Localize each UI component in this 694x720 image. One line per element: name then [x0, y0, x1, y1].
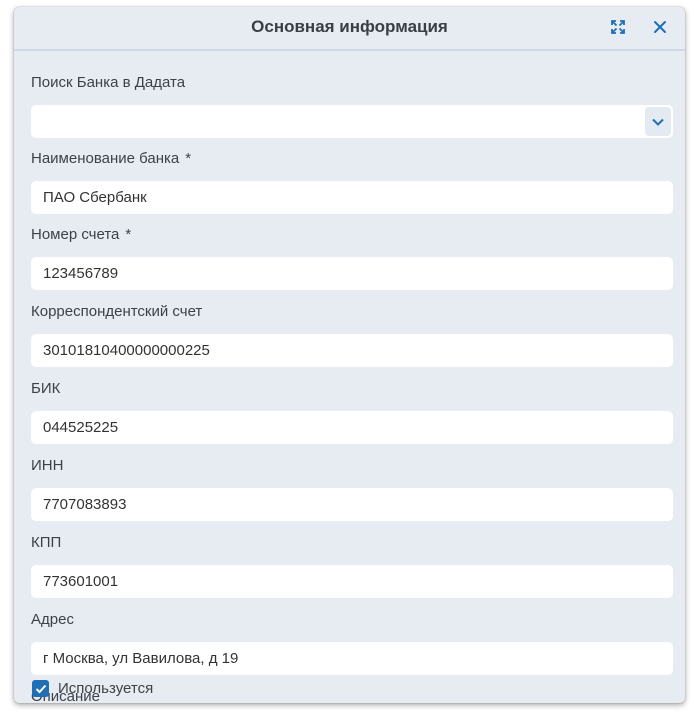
required-mark: *: [185, 150, 192, 167]
address-label: Адрес: [31, 611, 74, 628]
corr-account-label: Корреспондентский счет: [31, 303, 203, 320]
bank-name-input[interactable]: ПАО Сбербанк: [31, 181, 673, 214]
kpp-label: КПП: [31, 534, 62, 551]
dialog-title: Основная информация: [251, 17, 448, 36]
bik-field: БИК 044525225: [31, 379, 673, 444]
account-number-input[interactable]: 123456789: [31, 257, 673, 290]
required-mark: *: [125, 226, 132, 243]
chevron-down-icon: [652, 118, 664, 126]
inn-field: ИНН 7707083893: [31, 456, 673, 521]
bank-search-label: Поиск Банка в Дадата: [31, 74, 186, 91]
account-number-label: Номер счета: [31, 226, 120, 243]
bank-search-dropdown-button[interactable]: [645, 107, 671, 136]
inn-label: ИНН: [31, 457, 64, 474]
check-icon: [35, 684, 46, 693]
account-number-field: Номер счета * 123456789: [31, 225, 673, 290]
dialog-header: Основная информация: [14, 7, 685, 51]
inn-input[interactable]: 7707083893: [31, 488, 673, 521]
bank-info-dialog: Основная информация Поиск Банка в Дадата: [14, 7, 685, 703]
address-input[interactable]: г Москва, ул Вавилова, д 19: [31, 642, 673, 675]
in-use-checkbox-row[interactable]: Используется: [32, 680, 153, 697]
close-icon: [654, 21, 666, 33]
bank-search-select[interactable]: [31, 105, 673, 138]
kpp-input[interactable]: 773601001: [31, 565, 673, 598]
bank-name-field: Наименование банка * ПАО Сбербанк: [31, 149, 673, 214]
expand-button[interactable]: [608, 17, 628, 37]
bank-name-label: Наименование банка: [31, 150, 180, 167]
corr-account-field: Корреспондентский счет 30101810400000000…: [31, 302, 673, 367]
expand-icon: [611, 20, 625, 34]
bik-label: БИК: [31, 380, 61, 397]
close-button[interactable]: [650, 17, 670, 37]
address-field: Адрес г Москва, ул Вавилова, д 19: [31, 610, 673, 675]
bank-search-field: Поиск Банка в Дадата: [31, 73, 673, 138]
bank-form: Поиск Банка в Дадата Наименование банка *…: [31, 73, 673, 703]
in-use-checkbox[interactable]: [32, 680, 49, 697]
kpp-field: КПП 773601001: [31, 533, 673, 598]
in-use-label: Используется: [58, 680, 154, 697]
bik-input[interactable]: 044525225: [31, 411, 673, 444]
corr-account-input[interactable]: 30101810400000000225: [31, 334, 673, 367]
